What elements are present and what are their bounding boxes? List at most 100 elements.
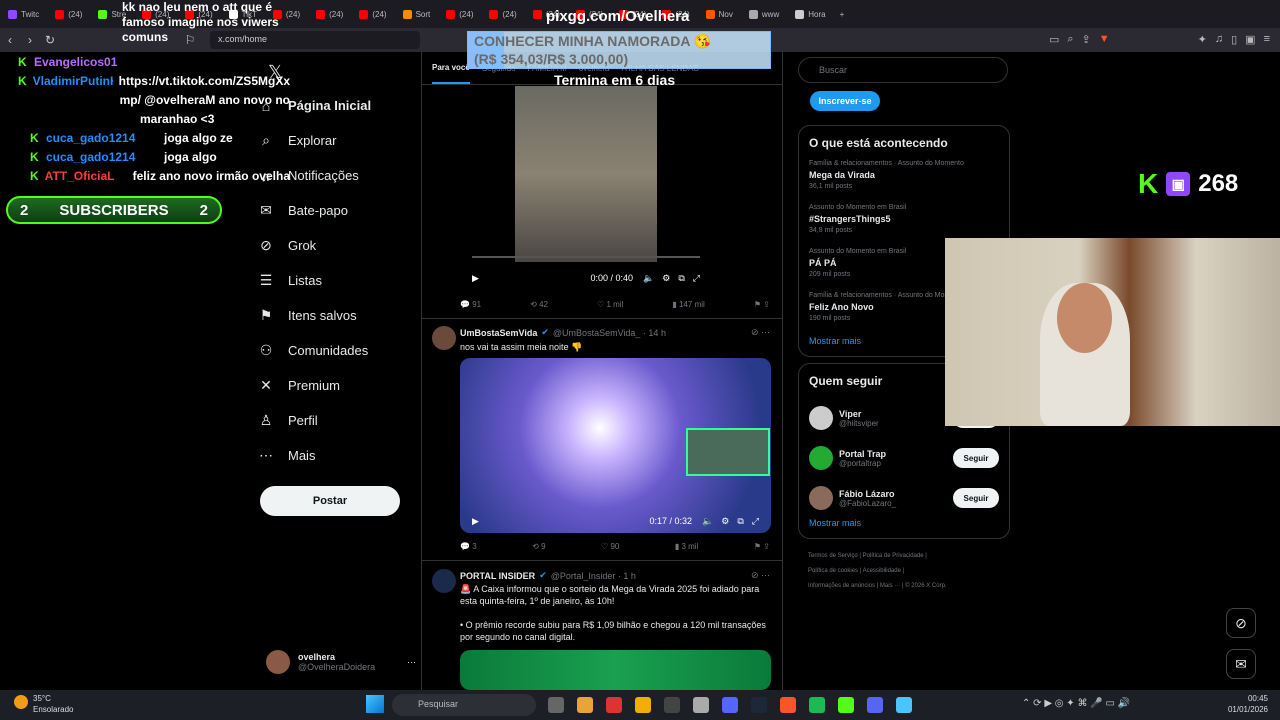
browser-tab[interactable]: (24) <box>481 0 524 28</box>
footer-links[interactable]: Política de cookies | Acessibilidade | <box>808 564 1010 579</box>
browser-tab[interactable]: Hora <box>787 0 833 28</box>
retweet-button[interactable]: ⟲ 9 <box>532 542 545 551</box>
music-icon[interactable]: ♫ <box>1215 33 1223 46</box>
nav-item-grok[interactable]: ⊘ Grok <box>258 228 418 263</box>
retweet-button[interactable]: ⟲ 42 <box>530 300 548 309</box>
follow-suggestion[interactable]: Portal Trap @portaltrap Seguir <box>809 438 999 478</box>
tweet-author[interactable]: PORTAL INSIDER <box>460 571 535 581</box>
taskbar-app-icon[interactable] <box>722 697 738 713</box>
fullscreen-icon[interactable]: ⤢ <box>693 273 700 284</box>
nav-item-more[interactable]: ⋯ Mais <box>258 438 418 473</box>
brave-shield-icon[interactable]: ▼ <box>1099 33 1110 46</box>
follow-suggestion[interactable]: Fábio Lázaro @FabioLazaro_ Seguir <box>809 478 999 518</box>
forward-icon[interactable]: › <box>20 33 40 47</box>
pip-icon[interactable]: ⧉ <box>678 273 684 284</box>
post-button[interactable]: Postar <box>260 486 400 516</box>
chat-username[interactable]: cuca_gado1214 <box>46 150 158 164</box>
taskbar-app-icon[interactable] <box>635 697 651 713</box>
trend-item[interactable]: Assunto do Momento em Brasil #StrangersTh… <box>809 204 999 234</box>
reply-button[interactable]: 💬 91 <box>460 300 481 309</box>
like-button[interactable]: ♡ 1 mil <box>597 300 623 309</box>
taskbar-app-icon[interactable] <box>809 697 825 713</box>
bookmark-button[interactable]: ⚑ ⇪ <box>754 300 770 309</box>
messages-fab-icon[interactable]: ✉ <box>1226 649 1256 679</box>
taskbar-search[interactable]: Pesquisar <box>392 694 536 716</box>
chat-username[interactable]: VladimirPutinK... <box>33 74 113 88</box>
tweet-handle[interactable]: @Portal_Insider · 1 h <box>551 571 636 581</box>
extension-icon[interactable]: ✦ <box>1198 33 1207 46</box>
avatar[interactable] <box>432 326 456 350</box>
sidebar-icon[interactable]: ▯ <box>1231 33 1237 46</box>
nav-item-x[interactable]: ✕ Premium <box>258 368 418 403</box>
settings-icon[interactable]: ⚙ <box>662 273 670 284</box>
browser-tab[interactable]: Twitc <box>0 0 47 28</box>
views-button[interactable]: ▮ 3 mil <box>675 542 699 551</box>
subscribe-button[interactable]: Inscrever-se <box>810 91 880 111</box>
windows-start-icon[interactable] <box>366 695 384 713</box>
more-icon[interactable]: ⋯ <box>407 657 416 668</box>
nav-item-list[interactable]: ☰ Listas <box>258 263 418 298</box>
reader-icon[interactable]: ▭ <box>1049 33 1059 46</box>
menu-icon[interactable]: ≡ <box>1264 33 1270 46</box>
taskbar-app-icon[interactable] <box>867 697 883 713</box>
nav-item-bell[interactable]: ♫ Notificações <box>258 158 418 193</box>
grok-icon[interactable]: ⊘ ⋯ <box>751 327 770 338</box>
reload-icon[interactable]: ↻ <box>40 33 60 47</box>
new-tab-icon[interactable]: + <box>840 10 845 19</box>
browser-tab[interactable]: Sort <box>395 0 439 28</box>
account-switcher[interactable]: ovelhera @OvelheraDoidera ⋯ <box>266 648 416 676</box>
volume-icon[interactable]: 🔈 <box>702 516 713 527</box>
footer-links[interactable]: Termos de Serviço | Política de Privacid… <box>808 549 1010 564</box>
volume-icon[interactable]: 🔈 <box>643 273 654 284</box>
taskbar-app-icon[interactable] <box>606 697 622 713</box>
avatar[interactable] <box>432 569 456 593</box>
tweet-handle[interactable]: @UmBostaSemVida_ · 14 h <box>553 328 666 338</box>
weather-icon[interactable] <box>14 695 28 709</box>
clock-time[interactable]: 00:45 <box>1248 694 1268 703</box>
taskbar-app-icon[interactable] <box>664 697 680 713</box>
like-button[interactable]: ♡ 90 <box>601 542 619 551</box>
chat-username[interactable]: Evangelicos01 <box>34 55 146 69</box>
nav-item-search[interactable]: ⌕ Explorar <box>258 123 418 158</box>
tweet-image[interactable] <box>460 650 771 690</box>
taskbar-app-icon[interactable] <box>751 697 767 713</box>
x-logo-icon[interactable]: 𝕏 <box>268 62 283 83</box>
follow-button[interactable]: Seguir <box>953 448 999 468</box>
follow-button[interactable]: Seguir <box>953 488 999 508</box>
browser-tab[interactable]: (24) <box>308 0 351 28</box>
share-icon[interactable]: ⇪ <box>1082 33 1091 46</box>
back-icon[interactable]: ‹ <box>0 33 20 47</box>
browser-tab[interactable]: (24) <box>438 0 481 28</box>
nav-item-home[interactable]: ⌂ Página Inicial <box>258 88 418 123</box>
wallet-icon[interactable]: ▣ <box>1245 33 1255 46</box>
tweet-author[interactable]: UmBostaSemVida <box>460 328 537 338</box>
nav-item-person[interactable]: ♙ Perfil <box>258 403 418 438</box>
trend-item[interactable]: Família & relacionamentos · Assunto do M… <box>809 160 999 190</box>
search-input[interactable]: Buscar <box>798 57 1008 83</box>
grok-icon[interactable]: ⊘ ⋯ <box>751 570 770 581</box>
reply-button[interactable]: 💬 3 <box>460 542 477 551</box>
zoom-icon[interactable]: ⌕ <box>1067 33 1073 46</box>
taskbar-app-icon[interactable] <box>577 697 593 713</box>
video-progress[interactable] <box>472 256 700 258</box>
taskbar-app-icon[interactable] <box>896 697 912 713</box>
settings-icon[interactable]: ⚙ <box>721 516 729 527</box>
tray-icons[interactable]: ⌃ ⟳ ▶ ◎ ✦ ⌘ 🎤 ▭ 🔊 <box>1022 698 1130 709</box>
bookmark-button[interactable]: ⚑ ⇪ <box>754 542 770 551</box>
taskbar-app-icon[interactable] <box>838 697 854 713</box>
pip-icon[interactable]: ⧉ <box>737 516 743 527</box>
tweet-video[interactable]: ▶ 0:00 / 0:40 🔈 ⚙ ⧉ ⤢ <box>460 86 712 290</box>
clock-date[interactable]: 01/01/2026 <box>1228 705 1268 714</box>
taskbar-app-icon[interactable] <box>693 697 709 713</box>
browser-tab[interactable]: www <box>741 0 787 28</box>
taskbar-app-icon[interactable] <box>548 697 564 713</box>
browser-tab[interactable]: (24) <box>351 0 394 28</box>
tweet-video[interactable]: ▶ 0:17 / 0:32 🔈 ⚙ ⧉ ⤢ <box>460 358 771 533</box>
footer-links[interactable]: Informações de anúncios | Mais ··· | © 2… <box>808 579 1010 594</box>
nav-item-community[interactable]: ⚇ Comunidades <box>258 333 418 368</box>
browser-tab[interactable]: Nov <box>698 0 741 28</box>
feed-tab[interactable]: Para você <box>432 53 470 84</box>
nav-item-mail[interactable]: ✉ Bate-papo <box>258 193 418 228</box>
views-button[interactable]: ▮ 147 mil <box>672 300 704 309</box>
fullscreen-icon[interactable]: ⤢ <box>752 516 759 527</box>
